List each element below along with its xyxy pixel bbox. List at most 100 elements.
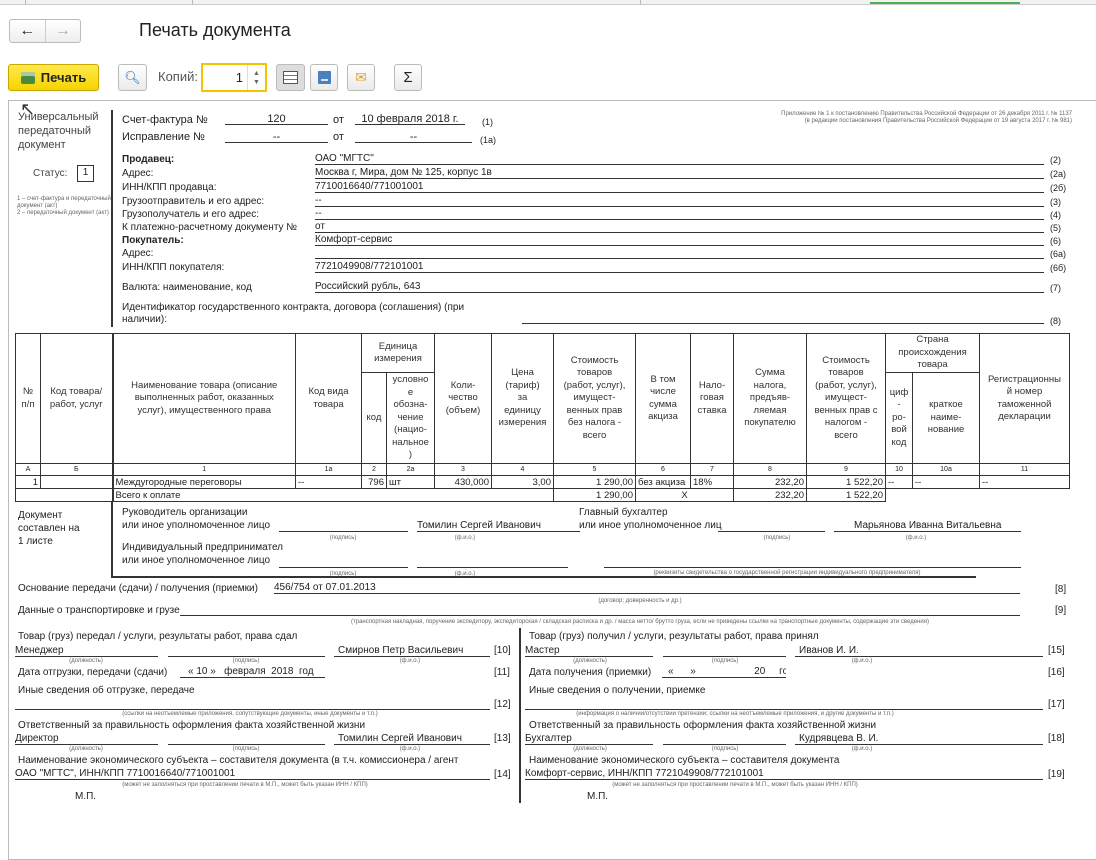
receipt-date-label: Дата получения (приемки) bbox=[529, 667, 652, 678]
field-value bbox=[315, 247, 1044, 259]
caption: (ф.и.о.) bbox=[905, 535, 927, 541]
divider bbox=[519, 628, 521, 803]
field-label: Грузоотправитель и его адрес: bbox=[122, 196, 265, 207]
field-value: от bbox=[315, 221, 1044, 233]
correction-ref: (1а) bbox=[480, 135, 497, 145]
entity-value: ОАО "МГТС", ИНН/КПП 7710016640/771001001 bbox=[15, 768, 490, 780]
copies-input[interactable]: 1 ▲ ▼ bbox=[201, 63, 267, 92]
stamp-place: М.П. bbox=[587, 791, 609, 802]
sum-button[interactable]: Σ bbox=[394, 64, 422, 91]
responsible-signature[interactable] bbox=[663, 733, 786, 745]
email-button[interactable]: ✉ bbox=[347, 64, 375, 91]
received-signature[interactable] bbox=[663, 645, 786, 657]
responsible-name: Томилин Сергей Иванович bbox=[334, 733, 490, 745]
print-button[interactable]: Печать bbox=[8, 64, 99, 91]
ref: [11] bbox=[494, 667, 510, 678]
edit-table-button[interactable] bbox=[276, 64, 305, 91]
shipment-other-label: Иные сведения об отгрузке, передаче bbox=[18, 685, 195, 696]
sheets-count: Документ составлен на 1 листе bbox=[18, 510, 80, 547]
transport-line[interactable] bbox=[180, 604, 1020, 616]
shipment-other-line[interactable] bbox=[15, 698, 490, 710]
header-cell: Коли- чество (объем) bbox=[434, 333, 492, 464]
preview-button[interactable]: 🔍︎ bbox=[118, 64, 147, 91]
handed-position: Менеджер bbox=[15, 645, 158, 657]
handed-signature[interactable] bbox=[168, 645, 325, 657]
column-number: 8 bbox=[733, 463, 807, 476]
caption: (может не заполняться при проставлении п… bbox=[612, 782, 858, 788]
invoice-date: 10 февраля 2018 г. bbox=[355, 113, 465, 125]
field-label: Адрес: bbox=[122, 248, 154, 259]
field-label: Покупатель: bbox=[122, 235, 184, 246]
ip-name-line[interactable] bbox=[417, 556, 568, 568]
print-label: Печать bbox=[40, 70, 87, 85]
ref: [10] bbox=[494, 645, 511, 656]
table-cell: 1 bbox=[15, 475, 41, 489]
ip-label: Индивидуальный предпринимател или иное уп… bbox=[122, 542, 284, 566]
table-cell: без акциза bbox=[635, 475, 691, 489]
accountant-signature-line[interactable] bbox=[718, 520, 825, 532]
ip-registration-line[interactable] bbox=[604, 556, 1021, 568]
field-ref: (4) bbox=[1050, 210, 1061, 220]
caption: (может не заполняться при проставлении п… bbox=[122, 782, 368, 788]
column-number: 6 bbox=[635, 463, 691, 476]
field-value: ОАО "МГТС" bbox=[315, 153, 1044, 165]
column-number: 10 bbox=[885, 463, 913, 476]
head-name: Томилин Сергей Иванович bbox=[417, 520, 580, 532]
field-label: Грузополучатель и его адрес: bbox=[122, 209, 259, 220]
receipt-date[interactable]: « » 20 год bbox=[662, 666, 786, 678]
head-signature-line[interactable] bbox=[279, 520, 408, 532]
contract-ref: (8) bbox=[1050, 316, 1061, 326]
edit-table-icon bbox=[283, 71, 298, 84]
column-number: 4 bbox=[491, 463, 554, 476]
total-excise: X bbox=[635, 488, 734, 502]
field-ref: (6а) bbox=[1050, 249, 1067, 259]
column-number: 2 bbox=[361, 463, 387, 476]
doc-type: Универсальный передаточный документ bbox=[18, 111, 99, 151]
caption: (ф.и.о.) bbox=[454, 535, 476, 541]
basis-value: 456/754 от 07.01.2013 bbox=[274, 582, 1020, 594]
responsible-signature[interactable] bbox=[168, 733, 325, 745]
basis-ref: [8] bbox=[1055, 584, 1067, 595]
field-ref: (7) bbox=[1050, 283, 1061, 293]
arrow-left-icon: ← bbox=[19, 22, 36, 39]
back-button[interactable]: ← bbox=[10, 20, 45, 42]
responsible-name: Кудрявцева В. И. bbox=[795, 733, 1043, 745]
responsible-position: Бухгалтер bbox=[525, 733, 653, 745]
responsible-label: Ответственный за правильность оформления… bbox=[529, 720, 877, 731]
caption: (подпись) bbox=[232, 658, 260, 664]
forward-button[interactable]: → bbox=[44, 20, 81, 42]
table-row: 1 Междугородные переговоры -- 796 шт 430,000 3… bbox=[15, 475, 1070, 489]
header-cell: Страна происхождения товара bbox=[885, 333, 980, 373]
caption: (информация о наличии/отсутствии претенз… bbox=[576, 711, 894, 717]
caption: (должность) bbox=[69, 658, 103, 664]
save-button[interactable] bbox=[310, 64, 338, 91]
appendix-note: Приложение № 1 к постановлению Правитель… bbox=[781, 111, 1072, 124]
caption: (транспортная накладная, поручение экспе… bbox=[351, 619, 929, 625]
caption: (подпись) bbox=[711, 746, 739, 752]
field-value: 7721049908/772101001 bbox=[315, 261, 1044, 273]
transport-ref: [9] bbox=[1055, 605, 1067, 616]
total-tax: 232,20 bbox=[733, 488, 807, 502]
header-cell: Наименование товара (описание выполненны… bbox=[111, 333, 296, 464]
correction-label: Исправление № bbox=[122, 131, 205, 143]
invoice-label: Счет-фактура № bbox=[122, 114, 208, 126]
table-cell: шт bbox=[386, 475, 435, 489]
copies-stepper[interactable]: ▲ ▼ bbox=[247, 65, 265, 90]
entity-label: Наименование экономического субъекта – с… bbox=[18, 755, 459, 766]
header-cell: Единица измерения bbox=[361, 333, 435, 373]
handed-label: Товар (груз) передал / услуги, результат… bbox=[18, 631, 298, 642]
contract-label: Идентификатор государственного контракта… bbox=[122, 302, 465, 325]
total-sum-with-tax: 1 522,20 bbox=[806, 488, 886, 502]
caption: (реквизиты свидетельства о государственн… bbox=[653, 570, 921, 576]
divider bbox=[111, 576, 976, 578]
divider bbox=[111, 110, 113, 327]
ip-signature-line[interactable] bbox=[279, 556, 408, 568]
receipt-other-line[interactable] bbox=[525, 698, 1043, 710]
arrow-right-icon: → bbox=[54, 22, 71, 39]
total-row: Всего к оплате 1 290,00 X 232,20 1 522,2… bbox=[15, 488, 1070, 502]
caption: (подпись) bbox=[232, 746, 260, 752]
caption: (подпись) bbox=[763, 535, 791, 541]
table-cell bbox=[40, 475, 113, 489]
copies-value: 1 bbox=[235, 70, 243, 85]
column-number: 7 bbox=[690, 463, 734, 476]
